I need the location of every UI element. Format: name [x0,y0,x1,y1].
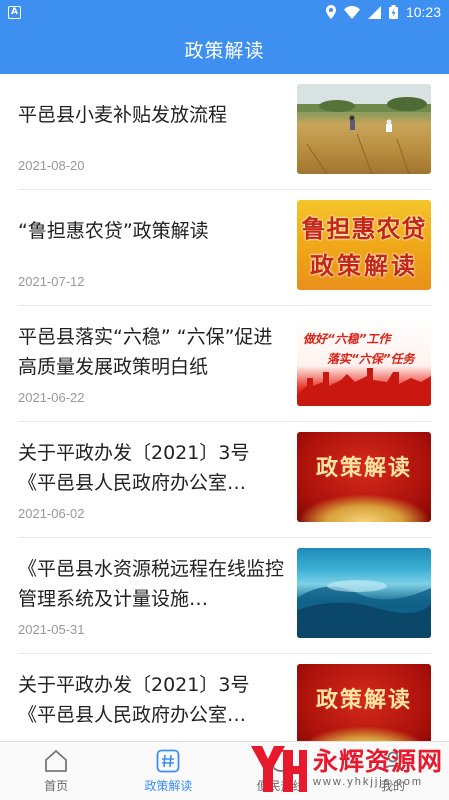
article-date: 2021-06-02 [18,506,85,521]
article-thumbnail: 政策解读 [297,432,431,522]
wifi-icon [343,5,360,19]
tab-home[interactable]: 首页 [0,742,112,800]
list-item[interactable]: 平邑县落实“六稳” “六保”促进高质量发展政策明白纸 2021-06-22 做好… [18,306,431,422]
article-date: 2021-07-12 [18,274,85,289]
article-thumbnail: 鲁担惠农贷 政策解读 [297,200,431,290]
thumb-caption: 鲁担惠农贷 [301,214,427,243]
clock: 10:23 [405,4,441,20]
list-item[interactable]: 平邑县小麦补贴发放流程 2021-08-20 [18,74,431,190]
watermark-name: 永辉资源网 [312,747,443,776]
notification-icon: A [8,5,21,19]
tab-home-label: 首页 [44,778,69,793]
article-title: 《平邑县水资源税远程在线监控管理系统及计量设施… [18,558,284,610]
fan-decoration [297,726,431,741]
article-title: 关于平政办发〔2021〕3号《平邑县人民政府办公室… [18,674,250,726]
location-icon [325,5,336,19]
hash-icon [156,749,180,772]
thumb-caption: 政策解读 [315,687,412,713]
skyline-image [297,368,431,406]
article-thumbnail [297,84,431,174]
fan-decoration [297,494,431,522]
battery-icon [388,5,398,19]
watermark-logo [250,746,307,792]
list-item[interactable]: 关于平政办发〔2021〕3号《平邑县人民政府办公室… 2021-05-13 政策… [18,654,431,741]
thumb-caption: 政策解读 [315,455,412,481]
watermark-url: www.yhkjjjs.com [312,776,424,788]
list-item[interactable]: “鲁担惠农贷”政策解读 2021-07-12 鲁担惠农贷 政策解读 [18,190,431,306]
article-list: 平邑县小麦补贴发放流程 2021-08-20 “鲁担惠农贷”政策解读 2021-… [0,74,449,741]
signal-icon [367,5,381,19]
article-title: 平邑县落实“六稳” “六保”促进高质量发展政策明白纸 [18,326,273,378]
thumb-caption: 政策解读 [310,251,418,280]
page-title-text: 政策解读 [184,39,265,62]
article-title: 平邑县小麦补贴发放流程 [18,104,228,126]
article-thumbnail: 政策解读 [297,664,431,741]
home-icon [45,749,68,772]
article-title: “鲁担惠农贷”政策解读 [18,220,209,242]
article-title: 关于平政办发〔2021〕3号《平邑县人民政府办公室… [18,442,250,494]
tab-policy[interactable]: 政策解读 [112,742,224,800]
article-thumbnail: 做好“六稳”工作 落实“六保”任务 [297,316,431,406]
status-bar: A 10:23 [0,0,449,24]
tab-policy-label: 政策解读 [144,778,193,793]
water-wave-image [297,580,431,638]
wheat-field-image [297,84,431,174]
site-watermark: 永辉资源网 www.yhkjjjs.com [245,740,443,796]
article-date: 2021-08-20 [18,158,85,173]
list-item[interactable]: 《平邑县水资源税远程在线监控管理系统及计量设施… 2021-05-31 [18,538,431,654]
list-item[interactable]: 关于平政办发〔2021〕3号《平邑县人民政府办公室… 2021-06-02 政策… [18,422,431,538]
page-title: 政策解读 [0,24,449,74]
article-thumbnail [297,548,431,638]
article-date: 2021-06-22 [18,390,85,405]
article-date: 2021-05-31 [18,622,85,637]
